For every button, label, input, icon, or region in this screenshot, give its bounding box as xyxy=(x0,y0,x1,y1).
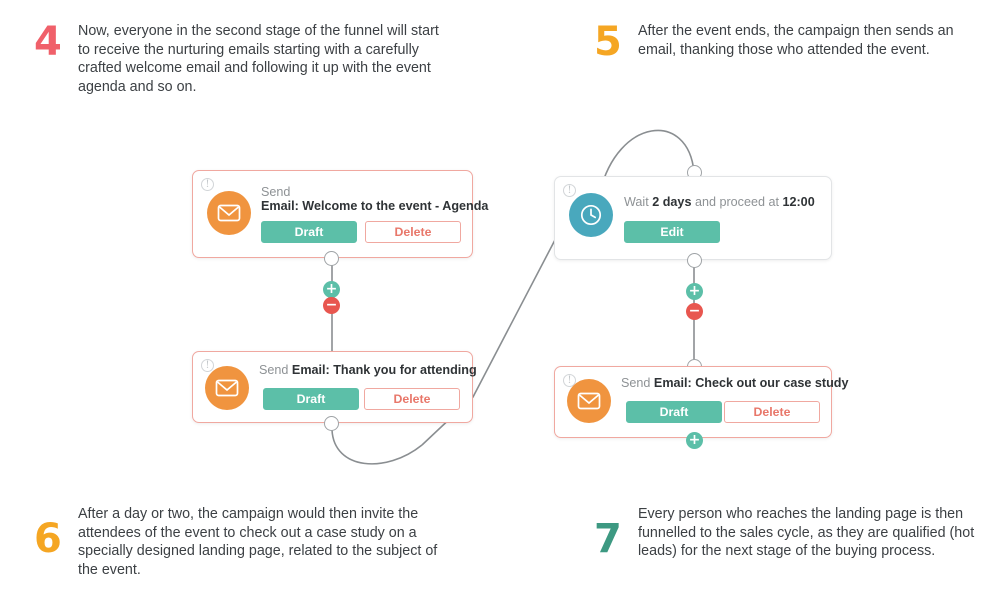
envelope-icon xyxy=(207,191,251,235)
card-welcome-email[interactable]: ! Send Email: Welcome to the event - Age… xyxy=(192,170,488,258)
note-4: 4 Now, everyone in the second stage of t… xyxy=(34,22,454,96)
remove-step-button[interactable]: − xyxy=(686,303,703,320)
card-subject-text: Email: Welcome to the event - Agenda xyxy=(261,199,489,213)
add-step-button[interactable]: + xyxy=(686,283,703,300)
note-6: 6 After a day or two, the campaign would… xyxy=(34,505,454,579)
info-icon[interactable]: ! xyxy=(563,184,576,197)
campaign-flow-canvas: 4 Now, everyone in the second stage of t… xyxy=(0,0,1000,595)
note-5: 5 After the event ends, the campaign the… xyxy=(594,22,994,62)
wait-duration: 2 days xyxy=(652,195,692,209)
card-wait-step[interactable]: ! Wait 2 days and proceed at 12:00 Edit xyxy=(554,176,832,260)
card-subject-text: Email: Check out our case study xyxy=(653,376,849,390)
note-5-number: 5 xyxy=(594,19,622,65)
note-7-text: Every person who reaches the landing pag… xyxy=(638,506,975,560)
card-action-label: Send xyxy=(621,376,651,390)
card-wait-description: Wait 2 days and proceed at 12:00 xyxy=(624,195,815,209)
add-step-glyph: + xyxy=(688,432,701,448)
add-step-button-bottom[interactable]: + xyxy=(686,432,703,449)
add-step-glyph: + xyxy=(688,283,701,299)
remove-step-button[interactable]: − xyxy=(323,297,340,314)
edit-button[interactable]: Edit xyxy=(624,221,720,243)
connector-node-wait-bottom[interactable] xyxy=(687,253,702,268)
draft-button[interactable]: Draft xyxy=(626,401,722,423)
note-7: 7 Every person who reaches the landing p… xyxy=(594,505,994,561)
card-subject: Send Email: Thank you for attending xyxy=(259,363,477,377)
draft-button[interactable]: Draft xyxy=(261,221,357,243)
card-subject: Email: Welcome to the event - Agenda xyxy=(261,199,488,213)
note-4-number: 4 xyxy=(34,19,62,65)
delete-button[interactable]: Delete xyxy=(364,388,460,410)
delete-button[interactable]: Delete xyxy=(365,221,461,243)
connector-node-card2-bottom[interactable] xyxy=(324,416,339,431)
draft-button[interactable]: Draft xyxy=(263,388,359,410)
add-step-button[interactable]: + xyxy=(323,281,340,298)
delete-button[interactable]: Delete xyxy=(724,401,820,423)
card-thank-you-email[interactable]: ! Send Email: Thank you for attending Dr… xyxy=(192,351,477,423)
card-subject-text: Email: Thank you for attending xyxy=(291,363,477,377)
wait-label: Wait xyxy=(624,195,649,209)
note-7-number: 7 xyxy=(594,516,622,562)
envelope-icon xyxy=(205,366,249,410)
wait-time: 12:00 xyxy=(782,195,815,209)
wait-middle-label: and proceed at xyxy=(694,195,779,209)
connector-node-top[interactable] xyxy=(324,251,339,266)
clock-icon xyxy=(569,193,613,237)
note-5-text: After the event ends, the campaign then … xyxy=(638,23,954,58)
card-action-label: Send xyxy=(259,363,289,377)
note-6-number: 6 xyxy=(34,516,62,562)
remove-step-glyph: − xyxy=(688,303,701,319)
card-subject: Send Email: Check out our case study xyxy=(621,376,848,390)
info-icon[interactable]: ! xyxy=(201,178,214,191)
note-4-text: Now, everyone in the second stage of the… xyxy=(78,23,439,95)
connector-curve-bottom xyxy=(331,429,423,465)
card-case-study-email[interactable]: ! Send Email: Check out our case study D… xyxy=(554,366,848,438)
add-step-glyph: + xyxy=(325,281,338,297)
card-action-label: Send xyxy=(261,185,291,199)
envelope-icon xyxy=(567,379,611,423)
remove-step-glyph: − xyxy=(325,297,338,313)
note-6-text: After a day or two, the campaign would t… xyxy=(78,506,438,578)
